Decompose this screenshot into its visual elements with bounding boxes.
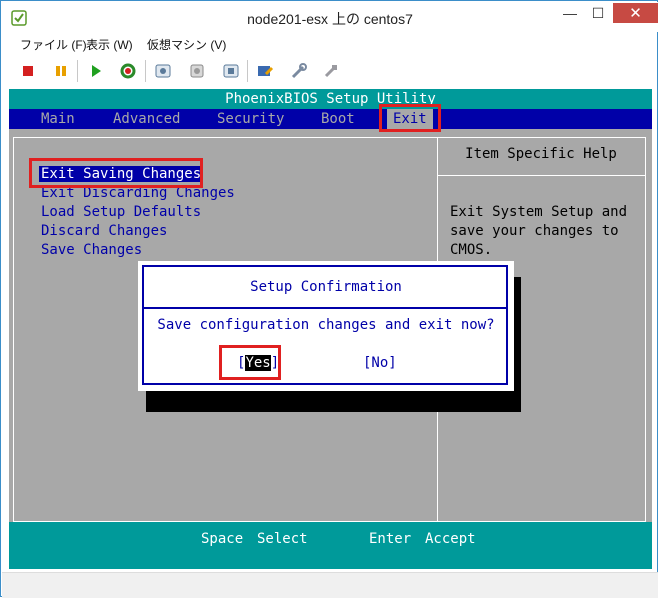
setup-confirmation-dialog: Setup Confirmation Save configuration ch… [138,261,514,391]
footer-key-space: Space [201,531,244,547]
console-edit-icon[interactable] [253,59,277,83]
footer-desc-select: Select [257,531,308,547]
help-line: save your changes to [450,223,619,239]
tab-advanced[interactable]: Advanced [113,109,180,129]
help-line: CMOS. [450,242,493,258]
annotation-highlight-exit-saving [29,158,203,188]
bios-tab-bar: Main Advanced Security Boot Exit [9,109,652,129]
close-button[interactable]: ✕ [613,3,658,23]
menu-view[interactable]: 表示 (W) [86,36,133,53]
bios-footer: Space Select Enter Accept [9,522,652,569]
tab-boot[interactable]: Boot [321,109,355,129]
annotation-highlight-exit-tab [379,104,441,132]
snapshot-icon[interactable] [151,59,175,83]
play-icon[interactable] [84,59,108,83]
toolbar [2,56,658,86]
tab-security[interactable]: Security [217,109,284,129]
toolbar-separator [77,60,78,82]
title-bar: node201-esx 上の centos7 — ☐ ✕ [2,2,658,32]
dialog-message: Save configuration changes and exit now? [157,317,495,333]
revert-snapshot-icon[interactable] [185,59,209,83]
menu-vm[interactable]: 仮想マシン (V) [147,36,226,53]
footer-desc-accept: Accept [425,531,476,547]
help-title: Item Specific Help [465,146,617,162]
reset-icon[interactable] [116,59,140,83]
tab-main[interactable]: Main [41,109,75,129]
bios-title: PhoenixBIOS Setup Utility [9,89,652,109]
settings-icon[interactable] [287,59,311,83]
option-discard-changes[interactable]: Discard Changes [41,223,167,239]
stop-icon[interactable] [16,59,40,83]
status-bar [2,572,658,598]
dialog-title: Setup Confirmation [250,279,402,295]
minimize-button[interactable]: — [556,3,584,23]
toolbar-separator [247,60,248,82]
vm-console-window: node201-esx 上の centos7 — ☐ ✕ ファイル (F) 表示… [0,0,658,598]
tools-icon[interactable] [319,59,343,83]
option-save-changes[interactable]: Save Changes [41,242,142,258]
dialog-divider [144,307,508,309]
help-divider [437,175,645,176]
maximize-button[interactable]: ☐ [584,3,612,23]
annotation-highlight-yes [219,345,281,380]
snapshot-manager-icon[interactable] [219,59,243,83]
option-load-setup-defaults[interactable]: Load Setup Defaults [41,204,201,220]
footer-key-enter: Enter [369,531,412,547]
pause-icon[interactable] [49,59,73,83]
no-button[interactable]: [No] [363,355,397,371]
menu-bar: ファイル (F) 表示 (W) 仮想マシン (V) [2,34,658,54]
toolbar-separator [145,60,146,82]
help-line: Exit System Setup and [450,204,628,220]
menu-file[interactable]: ファイル (F) [20,36,87,53]
